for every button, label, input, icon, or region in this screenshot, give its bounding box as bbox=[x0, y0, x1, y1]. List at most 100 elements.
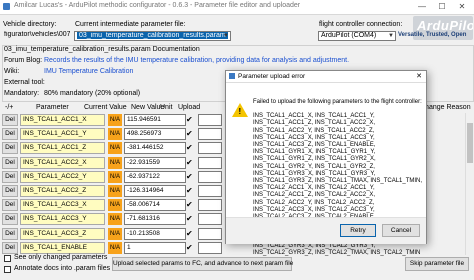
show-changed-label: See only changed parameters bbox=[14, 254, 108, 261]
current-value: N/A bbox=[108, 128, 122, 141]
change-reason-input[interactable] bbox=[198, 128, 222, 141]
logo-text: ArduPilot bbox=[417, 18, 473, 33]
change-reason-input[interactable] bbox=[198, 227, 222, 240]
parameter-name: INS_TCAL1_ACC3_Z bbox=[20, 227, 105, 240]
parameter-name: INS_TCAL1_ACC3_Y bbox=[20, 213, 105, 226]
table-scrollbar[interactable] bbox=[465, 113, 474, 255]
change-reason-input[interactable] bbox=[198, 170, 222, 183]
current-value: N/A bbox=[108, 170, 122, 183]
upload-checkbox[interactable]: ✔ bbox=[186, 215, 194, 223]
dialog-close-button[interactable]: ✕ bbox=[416, 72, 422, 80]
upload-checkbox[interactable]: ✔ bbox=[186, 144, 194, 152]
cancel-button[interactable]: Cancel bbox=[382, 224, 420, 237]
annotate-checkbox[interactable] bbox=[4, 266, 11, 273]
new-value-input[interactable]: -71.681316 bbox=[124, 213, 186, 226]
new-value-input[interactable]: 1 bbox=[124, 241, 186, 254]
param-file-value: 03_imu_temperature_calibration_results.p… bbox=[77, 32, 228, 39]
upload-checkbox[interactable]: ✔ bbox=[186, 158, 194, 167]
upload-checkbox[interactable]: ✔ bbox=[186, 201, 194, 209]
logo-tagline: Versatile, Trusted, Open bbox=[398, 32, 467, 38]
header-unit: Unit bbox=[160, 104, 173, 111]
external-tool-label: External tool: bbox=[4, 79, 45, 86]
current-value: N/A bbox=[108, 241, 122, 254]
forum-link[interactable]: Records the results of the IMU temperatu… bbox=[44, 57, 349, 64]
mandatory-label: Mandatory: bbox=[4, 90, 40, 97]
current-value: N/A bbox=[108, 114, 122, 126]
close-button[interactable]: ✕ bbox=[452, 1, 472, 13]
header-upload: Upload bbox=[178, 104, 201, 111]
parameter-name: INS_TCAL1_ACC2_Y bbox=[20, 170, 105, 183]
delete-row-button[interactable]: Del bbox=[2, 213, 18, 226]
delete-row-button[interactable]: Del bbox=[2, 128, 18, 141]
upload-checkbox[interactable]: ✔ bbox=[186, 130, 194, 138]
upload-button[interactable]: Upload selected params to FC, and advanc… bbox=[112, 257, 293, 271]
upload-checkbox[interactable]: ✔ bbox=[186, 116, 194, 124]
delete-row-button[interactable]: Del bbox=[2, 241, 18, 254]
new-value-input[interactable]: -126.314964 bbox=[124, 185, 186, 197]
skip-button[interactable]: Skip parameter file bbox=[405, 257, 469, 271]
annotate-label: Annotate docs into .param files bbox=[14, 265, 111, 272]
fc-connection-value: ArduPilot (COM4) bbox=[321, 32, 377, 39]
parameter-name: INS_TCAL1_ACC1_Y bbox=[20, 128, 105, 141]
upload-checkbox[interactable]: ✔ bbox=[186, 172, 194, 181]
parameter-name: INS_TCAL1_ACC2_X bbox=[20, 156, 105, 169]
upload-checkbox[interactable]: ✔ bbox=[186, 243, 194, 252]
delete-row-button[interactable]: Del bbox=[2, 227, 18, 240]
change-reason-input[interactable] bbox=[198, 199, 222, 212]
forum-label: Forum Blog: bbox=[4, 57, 43, 64]
chevron-down-icon: ▼ bbox=[223, 33, 229, 39]
new-value-input[interactable]: 115.946591 bbox=[124, 114, 186, 126]
minimize-button[interactable]: — bbox=[412, 1, 432, 13]
parameter-name: INS_TCAL1_ACC1_Z bbox=[20, 142, 105, 155]
wiki-label: Wiki: bbox=[4, 68, 20, 75]
param-file-label: Current intermediate parameter file: bbox=[75, 21, 186, 28]
change-reason-input[interactable] bbox=[198, 114, 222, 126]
vehicle-dir-value[interactable]: figurator\vehicles\007 bbox=[2, 31, 70, 41]
param-file-combobox[interactable]: 03_imu_temperature_calibration_results.p… bbox=[74, 31, 231, 41]
current-value: N/A bbox=[108, 185, 122, 197]
window-title: Amilcar Lucas's - ArduPilot methodic con… bbox=[14, 2, 301, 9]
new-value-input[interactable]: -10.213508 bbox=[124, 227, 186, 240]
change-reason-input[interactable] bbox=[198, 185, 222, 197]
maximize-button[interactable]: ☐ bbox=[432, 1, 452, 13]
change-reason-input[interactable] bbox=[198, 142, 222, 155]
current-value: N/A bbox=[108, 199, 122, 212]
change-reason-input[interactable] bbox=[198, 213, 222, 226]
show-changed-checkbox[interactable] bbox=[4, 255, 11, 262]
delete-row-button[interactable]: Del bbox=[2, 142, 18, 155]
delete-row-button[interactable]: Del bbox=[2, 156, 18, 169]
delete-row-button[interactable]: Del bbox=[2, 185, 18, 197]
upload-checkbox[interactable]: ✔ bbox=[186, 229, 194, 238]
warning-exclamation-icon: ! bbox=[238, 107, 242, 116]
dialog-title: Parameter upload error bbox=[238, 73, 306, 80]
dialog-footer: Retry Cancel bbox=[226, 217, 426, 244]
change-reason-input[interactable] bbox=[198, 241, 222, 254]
upload-checkbox[interactable]: ✔ bbox=[186, 187, 194, 195]
parameter-name: INS_TCAL1_ACC3_X bbox=[20, 199, 105, 212]
mandatory-value: 80% mandatory (20% optional) bbox=[44, 90, 141, 97]
new-value-input[interactable]: 498.256973 bbox=[124, 128, 186, 141]
change-reason-input[interactable] bbox=[198, 156, 222, 169]
fc-connection-combobox[interactable]: ArduPilot (COM4) ▼ bbox=[318, 31, 396, 41]
new-value-input[interactable]: -62.937122 bbox=[124, 170, 186, 183]
dialog-message: Failed to upload the following parameter… bbox=[253, 99, 422, 105]
scrollbar-thumb[interactable] bbox=[467, 123, 473, 163]
current-value: N/A bbox=[108, 213, 122, 226]
wiki-link[interactable]: IMU Temperature Calibration bbox=[44, 68, 133, 75]
header-del: -/+ bbox=[5, 104, 14, 111]
header-parameter: Parameter bbox=[36, 104, 69, 111]
fc-connection-label: flight controller connection: bbox=[319, 21, 403, 28]
parameter-name: INS_TCAL1_ACC1_X bbox=[20, 114, 105, 126]
dialog-title-bar: Parameter upload error ✕ bbox=[226, 71, 426, 83]
delete-row-button[interactable]: Del bbox=[2, 114, 18, 126]
dialog-app-icon bbox=[229, 73, 235, 79]
delete-row-button[interactable]: Del bbox=[2, 170, 18, 183]
header-current-value: Current Value bbox=[84, 104, 127, 111]
new-value-input[interactable]: -58.006714 bbox=[124, 199, 186, 212]
app-icon bbox=[3, 3, 10, 10]
retry-button[interactable]: Retry bbox=[340, 224, 376, 237]
delete-row-button[interactable]: Del bbox=[2, 199, 18, 212]
new-value-input[interactable]: -22.931559 bbox=[124, 156, 186, 169]
upload-error-dialog: Parameter upload error ✕ ! Failed to upl… bbox=[225, 70, 427, 256]
new-value-input[interactable]: -381.446152 bbox=[124, 142, 186, 155]
